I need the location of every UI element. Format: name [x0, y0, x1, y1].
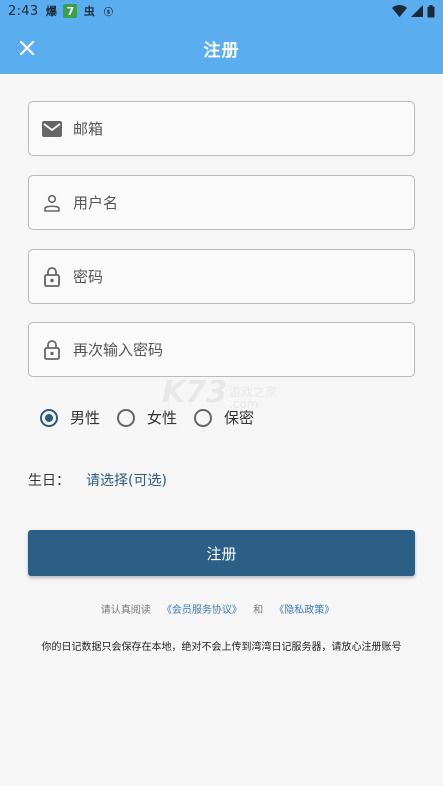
password-placeholder: 密码 [73, 268, 104, 286]
email-placeholder: 邮箱 [73, 120, 104, 138]
register-button[interactable]: 注册 [28, 530, 415, 576]
radio-button-checked[interactable] [40, 408, 58, 427]
gender-option-secret[interactable]: 保密 [194, 407, 254, 428]
gender-label-secret: 保密 [224, 409, 255, 427]
agreement-and: 和 [253, 605, 264, 616]
confirm-password-placeholder: 再次输入密码 [73, 341, 164, 359]
radio-button[interactable] [194, 408, 213, 427]
person-icon [41, 192, 63, 214]
email-field[interactable]: 邮箱 [28, 101, 415, 156]
status-bar: 2:43 爆 7 虫 ⓢ [0, 0, 443, 22]
lock-icon [41, 266, 63, 288]
app-bar: 注册 [0, 22, 443, 74]
gender-label-female: 女性 [147, 409, 178, 427]
status-right-icons [392, 4, 435, 18]
username-placeholder: 用户名 [73, 194, 119, 212]
status-time: 2:43 [8, 3, 39, 19]
notification-icon-bug: 虫 [83, 5, 95, 18]
privacy-note: 你的日记数据只会保存在本地，绝对不会上传到湾湾日记服务器，请放心注册账号 [41, 642, 402, 653]
gender-label-male: 男性 [70, 409, 101, 427]
privacy-link[interactable]: 《隐私政策》 [274, 605, 334, 616]
username-field[interactable]: 用户名 [28, 175, 415, 230]
birthday-label: 生日： [28, 473, 70, 489]
gender-option-female[interactable]: 女性 [117, 407, 177, 428]
agreement-line: 请认真阅读 《会员服务协议》 和 《隐私政策》 [0, 601, 443, 616]
close-icon [19, 40, 35, 56]
notification-icon-baozha: 爆 [45, 5, 57, 18]
watermark-mark: K73 [162, 375, 227, 410]
battery-icon [427, 4, 435, 17]
notification-icon-7: 7 [63, 4, 78, 18]
confirm-password-field[interactable]: 再次输入密码 [28, 322, 415, 377]
watermark-line1: 游戏之家 [229, 385, 278, 399]
radio-button[interactable] [117, 408, 136, 427]
watermark-logo: K73 游戏之家 .com [162, 375, 277, 410]
wifi-icon [392, 5, 407, 17]
gender-option-male[interactable]: 男性 [40, 407, 100, 428]
notification-icon-sync: ⓢ [103, 7, 113, 18]
password-field[interactable]: 密码 [28, 249, 415, 304]
agreement-prefix: 请认真阅读 [100, 605, 151, 616]
terms-link[interactable]: 《会员服务协议》 [162, 605, 242, 616]
mail-icon [41, 118, 63, 140]
birthday-row: 生日： 请选择(可选) [28, 470, 167, 490]
gender-radio-group: 男性 女性 保密 [40, 407, 271, 428]
birthday-picker[interactable]: 请选择(可选) [86, 470, 167, 490]
signal-icon [411, 5, 423, 17]
close-button[interactable] [14, 35, 40, 61]
lock-icon [41, 339, 63, 361]
page-title: 注册 [203, 40, 240, 61]
